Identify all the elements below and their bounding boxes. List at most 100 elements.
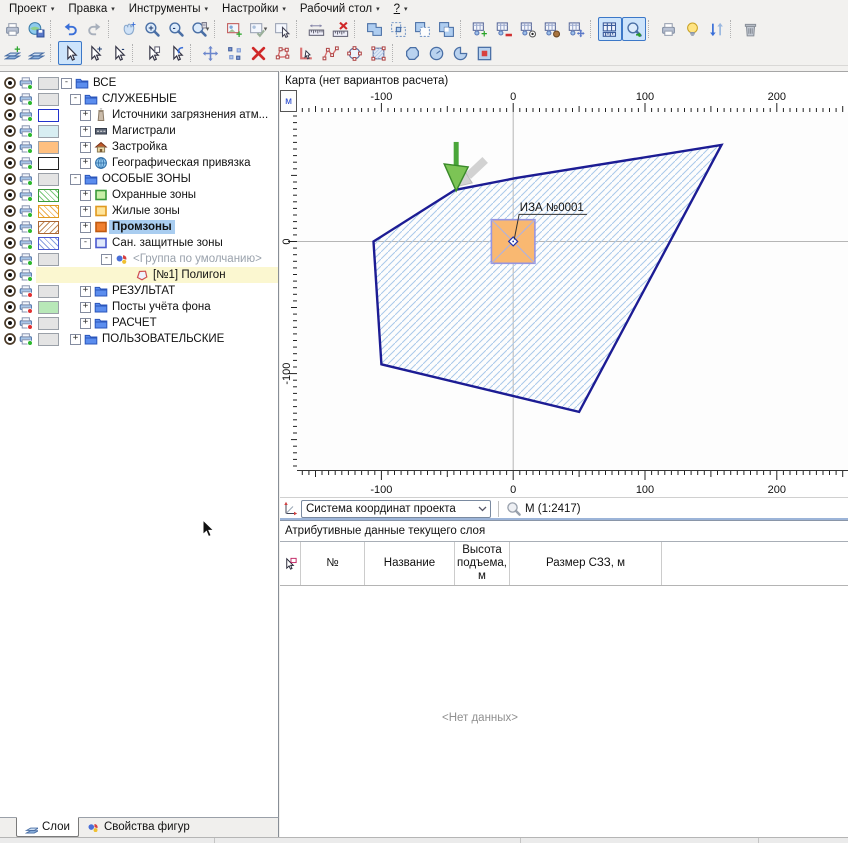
object-add-button[interactable]: +: [222, 17, 246, 41]
layer-color-swatch[interactable]: [38, 189, 59, 202]
print-toggle-icon[interactable]: [18, 172, 34, 186]
grid-remove-button[interactable]: [492, 17, 516, 41]
layer-label[interactable]: СЛУЖЕБНЫЕ: [99, 92, 180, 106]
menu-item-0[interactable]: Проект▾: [2, 3, 61, 15]
layer-color-swatch[interactable]: [38, 173, 59, 186]
layer-label[interactable]: Сан. защитные зоны: [109, 236, 226, 250]
grid-fill-button[interactable]: [540, 17, 564, 41]
dropdown-arrow-icon[interactable]: ▾: [206, 25, 210, 33]
visibility-eye-icon[interactable]: [2, 316, 18, 330]
grid-add-button[interactable]: +: [468, 17, 492, 41]
menu-item-2[interactable]: Инструменты▾: [122, 3, 215, 15]
scale-grid-toggle[interactable]: [598, 17, 622, 41]
object-apply-button[interactable]: ▾: [246, 17, 270, 41]
layer-label[interactable]: ВСЕ: [90, 76, 119, 90]
print-toggle-icon[interactable]: [18, 220, 34, 234]
layer-label[interactable]: ПОЛЬЗОВАТЕЛЬСКИЕ: [99, 332, 227, 346]
collapse-box[interactable]: -: [70, 174, 81, 185]
collapse-box[interactable]: -: [101, 254, 112, 265]
layers-button[interactable]: [24, 41, 48, 65]
layer-color-swatch[interactable]: [38, 253, 59, 266]
sanitary-zone-polygon[interactable]: [374, 145, 722, 412]
visibility-eye-icon[interactable]: [2, 220, 18, 234]
layer-label[interactable]: Географическая привязка: [109, 156, 254, 170]
measure-button[interactable]: [304, 17, 328, 41]
print-toggle-icon[interactable]: [18, 188, 34, 202]
print-toggle-icon[interactable]: [18, 236, 34, 250]
zoom-out-button[interactable]: -: [164, 17, 188, 41]
print-toggle-icon[interactable]: [18, 124, 34, 138]
layer-color-swatch[interactable]: [38, 205, 59, 218]
column-header[interactable]: Размер СЗЗ, м: [510, 542, 662, 585]
print-toggle-icon[interactable]: [18, 140, 34, 154]
visibility-eye-icon[interactable]: [2, 284, 18, 298]
visibility-eye-icon[interactable]: [2, 300, 18, 314]
map-canvas[interactable]: ИЗА №0001: [297, 112, 848, 470]
visibility-eye-icon[interactable]: [2, 172, 18, 186]
layer-label[interactable]: <Группа по умолчанию>: [130, 252, 265, 266]
select-add-button[interactable]: +: [82, 41, 106, 65]
collapse-box[interactable]: -: [80, 238, 91, 249]
collapse-box[interactable]: -: [61, 78, 72, 89]
clear-all-button[interactable]: [738, 17, 762, 41]
layer-color-swatch[interactable]: [38, 301, 59, 314]
print-toggle-icon[interactable]: [18, 204, 34, 218]
edit-polyline-button[interactable]: [318, 41, 342, 65]
visibility-eye-icon[interactable]: [2, 204, 18, 218]
grid-show-button[interactable]: [516, 17, 540, 41]
print-toggle-icon[interactable]: [18, 92, 34, 106]
layer-color-swatch[interactable]: [38, 317, 59, 330]
expand-box[interactable]: +: [80, 142, 91, 153]
visibility-eye-icon[interactable]: [2, 332, 18, 346]
edit-angle-button[interactable]: [294, 41, 318, 65]
union-button[interactable]: [362, 17, 386, 41]
select-mode-button[interactable]: [58, 41, 82, 65]
zoom-extent-button[interactable]: ▾: [188, 17, 212, 41]
order-button[interactable]: [704, 17, 728, 41]
layer-label[interactable]: ОСОБЫЕ ЗОНЫ: [99, 172, 194, 186]
draw-sector-button[interactable]: [448, 41, 472, 65]
layer-color-swatch[interactable]: [38, 333, 59, 346]
visibility-eye-icon[interactable]: [2, 156, 18, 170]
zoom-to-selection-toggle[interactable]: [622, 17, 646, 41]
layer-color-swatch[interactable]: [38, 109, 59, 122]
draw-polygon-button[interactable]: [400, 41, 424, 65]
layer-color-swatch[interactable]: [38, 93, 59, 106]
print-map-button[interactable]: [0, 17, 24, 41]
layer-color-swatch[interactable]: [38, 77, 59, 90]
coordinate-system-select[interactable]: Система координат проекта: [301, 500, 491, 518]
layer-label[interactable]: Жилые зоны: [109, 204, 183, 218]
zoom-in-button[interactable]: +: [140, 17, 164, 41]
layer-label[interactable]: РАСЧЕТ: [109, 316, 160, 330]
move-shape-button[interactable]: [198, 41, 222, 65]
grid-move-button[interactable]: [564, 17, 588, 41]
subtract-button[interactable]: [410, 17, 434, 41]
tab-shape-properties[interactable]: Свойства фигур: [79, 818, 198, 836]
visibility-eye-icon[interactable]: [2, 252, 18, 266]
edit-region-button[interactable]: [366, 41, 390, 65]
print-toggle-icon[interactable]: [18, 300, 34, 314]
expand-box[interactable]: +: [80, 286, 91, 297]
print-toggle-icon[interactable]: [18, 284, 34, 298]
hints-toggle[interactable]: [680, 17, 704, 41]
select-remove-button[interactable]: -: [106, 41, 130, 65]
print-toggle-icon[interactable]: [18, 332, 34, 346]
layer-label[interactable]: Промзоны: [109, 220, 175, 234]
visibility-eye-icon[interactable]: [2, 236, 18, 250]
xor-button[interactable]: [434, 17, 458, 41]
menu-item-4[interactable]: Рабочий стол▾: [293, 3, 387, 15]
redo-button[interactable]: [82, 17, 106, 41]
layer-add-button[interactable]: +: [0, 41, 24, 65]
menu-item-3[interactable]: Настройки▾: [215, 3, 293, 15]
visibility-eye-icon[interactable]: [2, 108, 18, 122]
layer-label[interactable]: Магистрали: [109, 124, 179, 138]
visibility-eye-icon[interactable]: [2, 76, 18, 90]
expand-box[interactable]: +: [80, 158, 91, 169]
layer-label[interactable]: Источники загрязнения атм...: [109, 108, 271, 122]
menu-item-1[interactable]: Правка▾: [61, 3, 121, 15]
visibility-eye-icon[interactable]: [2, 92, 18, 106]
visibility-eye-icon[interactable]: [2, 188, 18, 202]
visibility-eye-icon[interactable]: [2, 140, 18, 154]
layer-color-swatch[interactable]: [38, 221, 59, 234]
measure-clear-button[interactable]: [328, 17, 352, 41]
